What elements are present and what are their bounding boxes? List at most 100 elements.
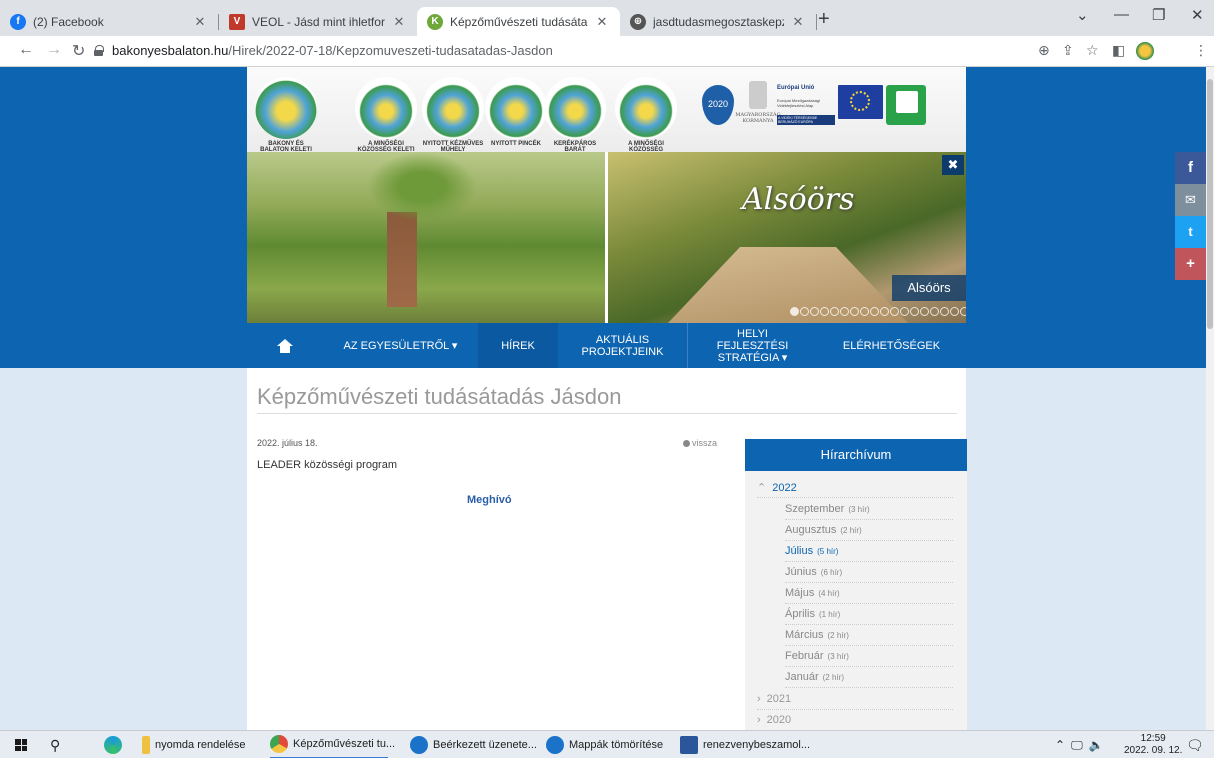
restore-icon[interactable]: ❐: [1152, 6, 1165, 24]
slider-dot[interactable]: [800, 307, 809, 316]
tab-separator: [816, 14, 817, 30]
slider-dot[interactable]: [960, 307, 966, 316]
tab-close-icon[interactable]: ✕: [594, 14, 610, 30]
taskbar-item-folder[interactable]: nyomda rendelése: [142, 731, 246, 758]
archive-month[interactable]: Szeptember (3 hír): [785, 503, 953, 520]
scrollbar-thumb[interactable]: [1207, 79, 1213, 329]
year-label: 2021: [766, 693, 792, 705]
nav-hirek[interactable]: HÍREK: [478, 323, 558, 368]
nav-aktualis-projektjeink[interactable]: AKTUÁLIS PROJEKTJEINK: [558, 323, 688, 368]
edge-browser-icon[interactable]: [104, 731, 127, 758]
zoom-icon[interactable]: ⊕: [1038, 42, 1050, 59]
archive-month[interactable]: Május (4 hír): [785, 587, 953, 604]
tab-kepzomuveszeti[interactable]: K Képzőművészeti tudásátadás Jás ✕: [417, 7, 620, 36]
archive-month[interactable]: Március (2 hír): [785, 629, 953, 646]
hero-slider[interactable]: Alsóörs ✖ Alsóörs: [247, 152, 966, 323]
slider-dot[interactable]: [900, 307, 909, 316]
archive-year-2022[interactable]: ⌃ 2022: [757, 481, 797, 494]
back-link[interactable]: vissza: [683, 438, 717, 448]
clock[interactable]: 12:59 2022. 09. 12.: [1124, 733, 1182, 757]
tab-close-icon[interactable]: ✕: [391, 14, 407, 30]
archive-month[interactable]: Február (3 hír): [785, 650, 953, 667]
reload-icon[interactable]: ↻: [72, 41, 85, 61]
lock-icon[interactable]: [94, 45, 104, 56]
slider-dot[interactable]: [870, 307, 879, 316]
nav-helyi-fejlesztesi-strategia[interactable]: HELYI FEJLESZTÉSI STRATÉGIA ▾: [688, 323, 817, 368]
szechenyi-2020-logo[interactable]: 2020: [702, 85, 734, 125]
forward-arrow-icon[interactable]: →: [46, 41, 62, 59]
slider-dot[interactable]: [950, 307, 959, 316]
minosegi-kozosseg-logo[interactable]: A MINŐSÉGI KÖZÖSSÉG KELETI KAPUJA: [355, 77, 417, 159]
taskbar-label: nyomda rendelése: [155, 739, 246, 751]
slider-dot[interactable]: [890, 307, 899, 316]
slider-dot[interactable]: [860, 307, 869, 316]
scrollbar[interactable]: [1206, 67, 1214, 730]
share-icon[interactable]: ⇪: [1062, 42, 1074, 59]
profile-avatar-icon[interactable]: [1136, 42, 1154, 60]
facebook-icon[interactable]: f: [1175, 152, 1206, 184]
slider-dot[interactable]: [840, 307, 849, 316]
bakony-balaton-logo[interactable]: BAKONY ÉS BALATON KELETI KAPUJA: [255, 77, 317, 159]
archive-year-2021[interactable]: › 2021: [757, 693, 791, 705]
taskbar-item-chrome[interactable]: Képzőművészeti tu...: [270, 731, 395, 758]
tab-jasdtudas[interactable]: ⊕ jasdtudasmegosztaskepzomuves ✕: [620, 7, 816, 36]
nyitott-pincek-logo[interactable]: NYITOTT PINCÉK: [485, 77, 547, 147]
tray-chevron-icon[interactable]: ⌃: [1055, 738, 1065, 752]
slider-dot[interactable]: [790, 307, 799, 316]
close-window-icon[interactable]: ✕: [1191, 6, 1204, 24]
slider-close-button[interactable]: ✖: [942, 155, 964, 175]
tab-veol[interactable]: V VEOL - Jásd mint ihletforrás: egy ✕: [219, 7, 417, 36]
mail-icon[interactable]: ✉: [1175, 184, 1206, 216]
kezmuves-muhely-logo[interactable]: NYITOTT KÉZMŰVES MŰHELY: [422, 77, 484, 153]
slider-dot[interactable]: [810, 307, 819, 316]
archive-month[interactable]: Augusztus (2 hír): [785, 524, 953, 541]
slider-dot[interactable]: [910, 307, 919, 316]
back-arrow-icon[interactable]: ←: [18, 41, 34, 59]
archive-month-current[interactable]: Július (5 hír): [785, 545, 953, 562]
windows-start-icon[interactable]: [15, 739, 27, 751]
url-field[interactable]: bakonyesbalaton.hu/Hirek/2022-07-18/Kepz…: [112, 43, 553, 58]
taskbar-label: Mappák tömörítése: [569, 739, 664, 751]
tab-close-icon[interactable]: ✕: [192, 14, 208, 30]
slider-dot[interactable]: [830, 307, 839, 316]
menu-kebab-icon[interactable]: ⋮: [1194, 42, 1208, 59]
archive-month[interactable]: Január (2 hír): [785, 671, 953, 688]
gov-logo[interactable]: MAGYARORSZÁG KORMÁNYA: [735, 81, 781, 141]
year-label: 2022: [772, 482, 797, 494]
share-plus-icon[interactable]: +: [1175, 248, 1206, 280]
nav-home[interactable]: [247, 323, 323, 368]
akadalymentes-logo[interactable]: A MINŐSÉGI KÖZÖSSÉG: [615, 77, 677, 153]
archive-month[interactable]: Április (1 hír): [785, 608, 953, 625]
tab-search-icon[interactable]: ⌄: [1076, 6, 1089, 24]
volume-icon[interactable]: 🔈: [1089, 738, 1104, 752]
archive-year-2020[interactable]: › 2020: [757, 714, 791, 726]
new-tab-button[interactable]: +: [818, 8, 830, 31]
bookmark-star-icon[interactable]: ☆: [1086, 42, 1099, 59]
meghivo-link[interactable]: Meghívó: [467, 494, 512, 506]
kerekparos-barat-logo[interactable]: KERÉKPÁROS BARÁT: [544, 77, 606, 153]
nav-elerhetosegek[interactable]: ELÉRHETŐSÉGEK: [817, 323, 966, 368]
taskbar-item-thunderbird[interactable]: Beérkezett üzenete...: [410, 731, 537, 758]
slider-dot[interactable]: [880, 307, 889, 316]
clock-date: 2022. 09. 12.: [1124, 745, 1183, 756]
tab-facebook[interactable]: f (2) Facebook ✕: [0, 7, 218, 36]
taskbar-item-thunderbird2[interactable]: Mappák tömörítése: [546, 731, 663, 758]
search-icon[interactable]: ⚲: [50, 731, 60, 758]
minimize-icon[interactable]: —: [1114, 6, 1129, 23]
nav-az-egyesuletrol[interactable]: AZ EGYESÜLETRŐL ▾: [323, 323, 478, 368]
system-tray[interactable]: ⌃ 🖵 🔈: [1055, 731, 1104, 758]
slider-dot[interactable]: [820, 307, 829, 316]
eu-funding-logo[interactable]: Európai Unió Európai Mezőgazdasági Vidék…: [777, 85, 935, 125]
slider-dot[interactable]: [930, 307, 939, 316]
slider-dot[interactable]: [850, 307, 859, 316]
slider-dot[interactable]: [940, 307, 949, 316]
twitter-icon[interactable]: t: [1175, 216, 1206, 248]
archive-month[interactable]: Június (6 hír): [785, 566, 953, 583]
network-icon[interactable]: 🖵: [1071, 738, 1083, 753]
taskbar-item-word[interactable]: renezvenybeszamol...: [680, 731, 810, 758]
thunderbird-icon: [410, 736, 428, 754]
slider-dot[interactable]: [920, 307, 929, 316]
tab-close-icon[interactable]: ✕: [790, 14, 806, 30]
notification-icon[interactable]: 🗨: [1186, 731, 1204, 758]
side-panel-icon[interactable]: ◧: [1112, 42, 1125, 59]
